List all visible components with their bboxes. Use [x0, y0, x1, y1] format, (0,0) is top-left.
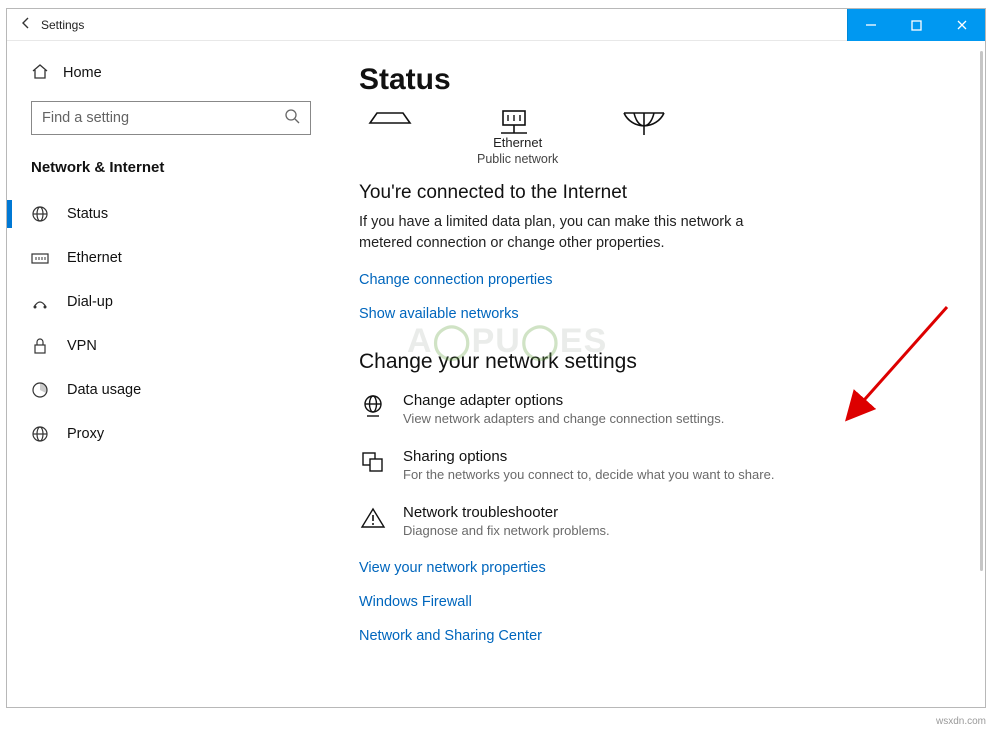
proxy-icon	[31, 425, 49, 443]
option-title: Sharing options	[403, 448, 774, 465]
home-link[interactable]: Home	[31, 63, 323, 83]
settings-window: Settings Home Find a setting	[6, 8, 986, 708]
warning-icon	[359, 504, 387, 532]
ethernet-diagram-icon	[493, 109, 543, 129]
sidebar-item-datausage[interactable]: Data usage	[23, 368, 323, 412]
page-title: Status	[359, 63, 961, 97]
dialup-icon	[31, 295, 49, 309]
link-firewall[interactable]: Windows Firewall	[359, 594, 961, 610]
globe-icon	[31, 205, 49, 223]
eth-sublabel: Public network	[477, 152, 558, 166]
option-change-adapter[interactable]: Change adapter options View network adap…	[359, 392, 961, 426]
option-sharing[interactable]: Sharing options For the networks you con…	[359, 448, 961, 482]
sidebar-item-label: Proxy	[67, 426, 104, 442]
sidebar: Home Find a setting Network & Internet S…	[7, 41, 347, 707]
sidebar-item-status[interactable]: Status	[23, 192, 323, 236]
search-icon	[284, 108, 300, 128]
internet-globe-icon	[620, 109, 670, 129]
sidebar-item-label: Ethernet	[67, 250, 122, 266]
link-nsc[interactable]: Network and Sharing Center	[359, 628, 961, 644]
sidebar-item-label: Dial-up	[67, 294, 113, 310]
window-title: Settings	[41, 18, 84, 32]
scrollbar[interactable]	[980, 51, 983, 571]
maximize-button[interactable]	[893, 9, 939, 41]
sidebar-item-dialup[interactable]: Dial-up	[23, 280, 323, 324]
adapter-icon	[359, 392, 387, 420]
title-bar: Settings	[7, 9, 985, 41]
search-placeholder: Find a setting	[42, 110, 129, 126]
link-show-available[interactable]: Show available networks	[359, 306, 961, 322]
ethernet-icon	[31, 251, 49, 265]
change-settings-heading: Change your network settings	[359, 350, 961, 374]
connected-heading: You're connected to the Internet	[359, 182, 961, 204]
option-title: Change adapter options	[403, 392, 724, 409]
back-icon[interactable]	[19, 16, 33, 33]
option-desc: Diagnose and fix network problems.	[403, 523, 610, 538]
sidebar-item-label: Status	[67, 206, 108, 222]
sidebar-item-ethernet[interactable]: Ethernet	[23, 236, 323, 280]
sharing-icon	[359, 448, 387, 476]
home-label: Home	[63, 65, 102, 81]
source-mark: wsxdn.com	[936, 716, 986, 727]
section-title: Network & Internet	[31, 159, 323, 176]
pc-icon	[365, 109, 415, 129]
main-content: Status Ethernet Public network	[347, 41, 985, 707]
option-title: Network troubleshooter	[403, 504, 610, 521]
network-diagram: Ethernet Public network	[359, 109, 961, 166]
sidebar-item-vpn[interactable]: VPN	[23, 324, 323, 368]
option-desc: View network adapters and change connect…	[403, 411, 724, 426]
sidebar-item-proxy[interactable]: Proxy	[23, 412, 323, 456]
sidebar-item-label: Data usage	[67, 382, 141, 398]
close-button[interactable]	[939, 9, 985, 41]
eth-label: Ethernet	[493, 135, 542, 152]
home-icon	[31, 63, 49, 83]
minimize-button[interactable]	[847, 9, 893, 41]
option-desc: For the networks you connect to, decide …	[403, 467, 774, 482]
search-input[interactable]: Find a setting	[31, 101, 311, 135]
link-view-props[interactable]: View your network properties	[359, 560, 961, 576]
connected-body: If you have a limited data plan, you can…	[359, 212, 799, 254]
vpn-icon	[31, 338, 49, 354]
link-change-connection[interactable]: Change connection properties	[359, 272, 961, 288]
sidebar-item-label: VPN	[67, 338, 97, 354]
data-usage-icon	[31, 381, 49, 399]
option-troubleshoot[interactable]: Network troubleshooter Diagnose and fix …	[359, 504, 961, 538]
